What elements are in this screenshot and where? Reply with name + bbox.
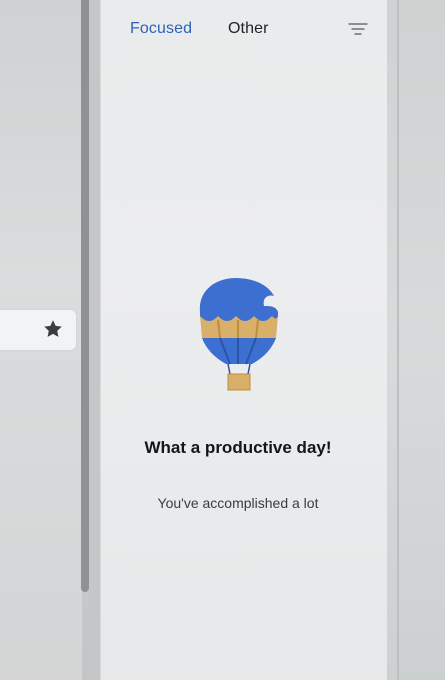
empty-state-subtitle: You've accomplished a lot <box>157 495 319 511</box>
tab-other[interactable]: Other <box>228 20 269 38</box>
star-icon[interactable] <box>42 318 64 340</box>
pane-divider <box>89 0 100 680</box>
scrollbar[interactable] <box>81 0 89 592</box>
pane-divider-right <box>397 0 399 680</box>
empty-state-title: What a productive day! <box>144 438 332 457</box>
reading-pane-edge <box>387 0 445 680</box>
tab-focused[interactable]: Focused <box>130 20 192 38</box>
hot-air-balloon-icon <box>199 278 278 391</box>
filter-icon[interactable] <box>348 22 368 38</box>
message-list-row[interactable] <box>0 310 76 350</box>
